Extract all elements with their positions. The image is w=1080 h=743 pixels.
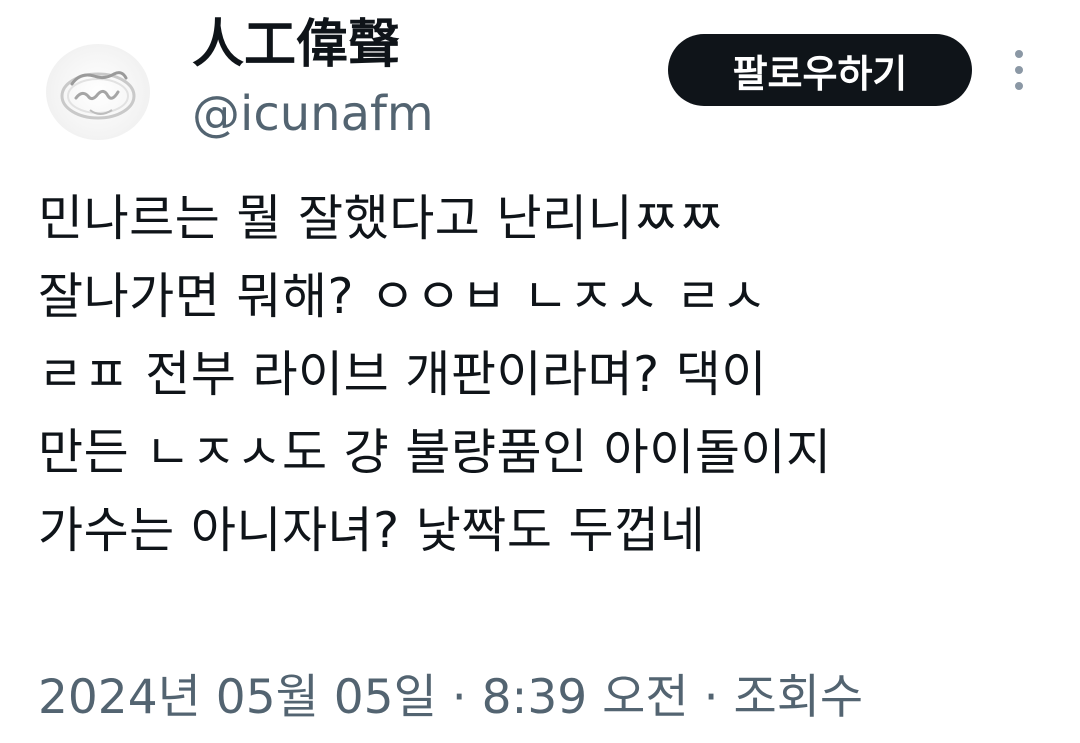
tweet-time[interactable]: 8:39 오전	[482, 670, 689, 725]
tweet-line: 민나르는 뭘 잘했다고 난리니ㅉㅉ	[38, 190, 725, 247]
tweet-line: 만든 ㄴㅈㅅ도 걍 불량품인 아이돌이지	[38, 424, 832, 481]
user-handle[interactable]: @icunafm	[192, 86, 434, 144]
tweet-meta: 2024년 05월 05일 · 8:39 오전 · 조회수	[38, 666, 863, 730]
avatar[interactable]	[46, 44, 150, 140]
meta-separator: ·	[436, 670, 482, 725]
more-dot	[1015, 66, 1023, 74]
tweet-line: 가수는 아니자녀? 낯짝도 두껍네	[38, 502, 706, 559]
tweet-line: 잘나가면 뭐해? ㅇㅇㅂ ㄴㅈㅅ ㄹㅅ	[38, 268, 767, 325]
more-dot	[1015, 50, 1023, 58]
more-dot	[1015, 82, 1023, 90]
views-label[interactable]: 조회수	[733, 670, 863, 725]
meta-separator: ·	[688, 670, 734, 725]
tweet-text: 민나르는 뭘 잘했다고 난리니ㅉㅉ 잘나가면 뭐해? ㅇㅇㅂ ㄴㅈㅅ ㄹㅅ ㄹㅍ…	[38, 180, 1048, 570]
tweet-date: 2024년 05월 05일	[38, 670, 437, 725]
follow-button[interactable]: 팔로우하기	[668, 34, 972, 106]
tweet-line: ㄹㅍ 전부 라이브 개판이라며? 댁이	[38, 346, 767, 403]
more-vertical-icon[interactable]	[1004, 44, 1034, 96]
ring-avatar-icon	[60, 71, 136, 120]
display-name[interactable]: 人工偉聲	[192, 14, 400, 76]
